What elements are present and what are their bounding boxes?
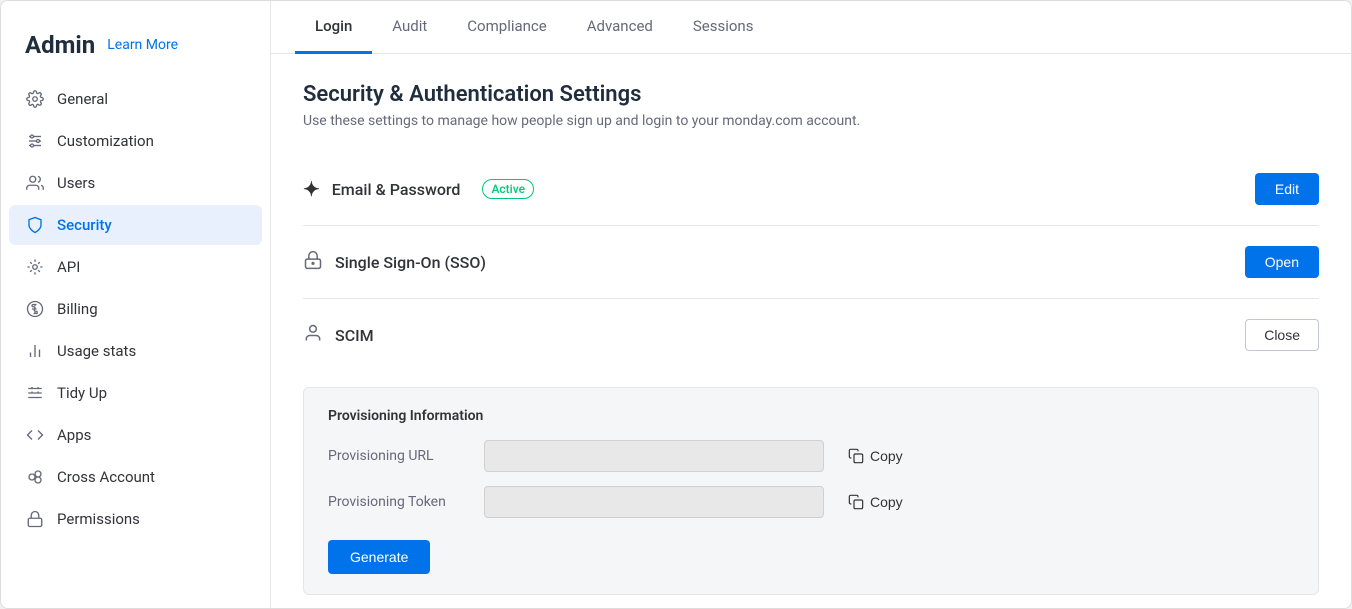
- sidebar-header: Admin Learn More: [1, 21, 270, 79]
- sidebar-item-api[interactable]: API: [9, 247, 262, 287]
- copy-token-icon: [848, 494, 864, 510]
- sidebar-item-general[interactable]: General: [9, 79, 262, 119]
- tidy-up-label: Tidy Up: [57, 384, 107, 402]
- apps-icon: [25, 425, 45, 445]
- sidebar-item-billing[interactable]: Billing: [9, 289, 262, 329]
- sidebar: Admin Learn More General: [1, 1, 271, 608]
- gear-icon: [25, 89, 45, 109]
- active-badge: Active: [482, 179, 534, 199]
- copy-url-icon: [848, 448, 864, 464]
- sso-title: Single Sign-On (SSO): [335, 253, 486, 272]
- cross-account-icon: [25, 467, 45, 487]
- sidebar-item-tidy-up[interactable]: Tidy Up: [9, 373, 262, 413]
- provisioning-token-input[interactable]: [484, 486, 824, 518]
- open-button[interactable]: Open: [1245, 246, 1319, 278]
- sidebar-item-usage-stats[interactable]: Usage stats: [9, 331, 262, 371]
- sso-icon: [303, 250, 323, 275]
- tab-advanced[interactable]: Advanced: [567, 1, 673, 54]
- billing-label: Billing: [57, 300, 98, 318]
- tidy-up-icon: [25, 383, 45, 403]
- edit-button[interactable]: Edit: [1255, 173, 1319, 205]
- page-title: Security & Authentication Settings: [303, 82, 1319, 107]
- security-label: Security: [57, 216, 112, 234]
- email-password-icon: ✦: [303, 177, 320, 201]
- tabs-bar: Login Audit Compliance Advanced Sessions: [271, 1, 1351, 54]
- page-subtitle: Use these settings to manage how people …: [303, 113, 1319, 129]
- copy-url-label: Copy: [870, 448, 903, 464]
- copy-token-button[interactable]: Copy: [840, 490, 911, 514]
- scim-left: SCIM: [303, 323, 1245, 348]
- sso-section: Single Sign-On (SSO) Open: [303, 226, 1319, 299]
- tab-sessions[interactable]: Sessions: [673, 1, 774, 54]
- copy-token-label: Copy: [870, 494, 903, 510]
- scim-section: SCIM Close: [303, 299, 1319, 371]
- sidebar-item-cross-account[interactable]: Cross Account: [9, 457, 262, 497]
- copy-url-button[interactable]: Copy: [840, 444, 911, 468]
- customization-label: Customization: [57, 132, 154, 150]
- customization-icon: [25, 131, 45, 151]
- generate-button[interactable]: Generate: [328, 540, 430, 574]
- tab-login[interactable]: Login: [295, 1, 372, 54]
- users-icon: [25, 173, 45, 193]
- sidebar-item-customization[interactable]: Customization: [9, 121, 262, 161]
- email-password-right: Edit: [1255, 173, 1319, 205]
- sidebar-item-security[interactable]: Security: [9, 205, 262, 245]
- learn-more-link[interactable]: Learn More: [107, 37, 178, 53]
- provisioning-url-input[interactable]: [484, 440, 824, 472]
- provisioning-token-row: Provisioning Token Copy: [328, 486, 1294, 518]
- billing-icon: [25, 299, 45, 319]
- api-label: API: [57, 258, 80, 276]
- sidebar-title: Admin: [25, 31, 95, 59]
- content-area: Security & Authentication Settings Use t…: [271, 54, 1351, 608]
- users-label: Users: [57, 174, 95, 192]
- provisioning-info-title: Provisioning Information: [328, 408, 1294, 424]
- sidebar-item-apps[interactable]: Apps: [9, 415, 262, 455]
- tab-audit[interactable]: Audit: [372, 1, 447, 54]
- api-icon: [25, 257, 45, 277]
- general-label: General: [57, 90, 108, 108]
- provisioning-url-label: Provisioning URL: [328, 448, 468, 464]
- sso-right: Open: [1245, 246, 1319, 278]
- permissions-icon: [25, 509, 45, 529]
- scim-title: SCIM: [335, 326, 374, 345]
- sso-left: Single Sign-On (SSO): [303, 250, 1245, 275]
- permissions-label: Permissions: [57, 510, 140, 528]
- tab-compliance[interactable]: Compliance: [447, 1, 566, 54]
- apps-label: Apps: [57, 426, 91, 444]
- provisioning-token-label: Provisioning Token: [328, 494, 468, 510]
- cross-account-label: Cross Account: [57, 468, 155, 486]
- usage-stats-icon: [25, 341, 45, 361]
- scim-panel: Provisioning Information Provisioning UR…: [303, 387, 1319, 595]
- security-icon: [25, 215, 45, 235]
- provisioning-url-row: Provisioning URL Copy: [328, 440, 1294, 472]
- sidebar-item-users[interactable]: Users: [9, 163, 262, 203]
- sidebar-nav: General Customization: [1, 79, 270, 539]
- main-content: Login Audit Compliance Advanced Sessions…: [271, 1, 1351, 608]
- email-password-section: ✦ Email & Password Active Edit: [303, 153, 1319, 226]
- email-password-left: ✦ Email & Password Active: [303, 177, 1255, 201]
- scim-right: Close: [1245, 319, 1319, 351]
- close-button[interactable]: Close: [1245, 319, 1319, 351]
- usage-stats-label: Usage stats: [57, 342, 136, 360]
- email-password-title: Email & Password: [332, 180, 461, 199]
- scim-icon: [303, 323, 323, 348]
- sidebar-item-permissions[interactable]: Permissions: [9, 499, 262, 539]
